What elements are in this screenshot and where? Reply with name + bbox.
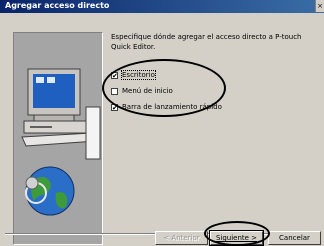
- highlight-oval-next: [204, 221, 270, 246]
- illustration-panel: [13, 32, 103, 245]
- back-button[interactable]: < Anterior: [155, 231, 208, 245]
- computer-and-globe-icon: [14, 33, 102, 244]
- window-title: Agregar acceso directo: [5, 1, 110, 10]
- close-icon[interactable]: ×: [315, 0, 324, 12]
- title-bar: Agregar acceso directo ×: [0, 0, 324, 13]
- cancel-button[interactable]: Cancelar: [268, 231, 321, 245]
- dialog-window: Agregar acceso directo × Especifique dón…: [0, 0, 324, 246]
- highlight-oval-options: [102, 59, 226, 117]
- instruction-text: Especifique dónde agregar el acceso dire…: [111, 33, 302, 51]
- dialog-content: Especifique dónde agregar el acceso dire…: [0, 13, 324, 246]
